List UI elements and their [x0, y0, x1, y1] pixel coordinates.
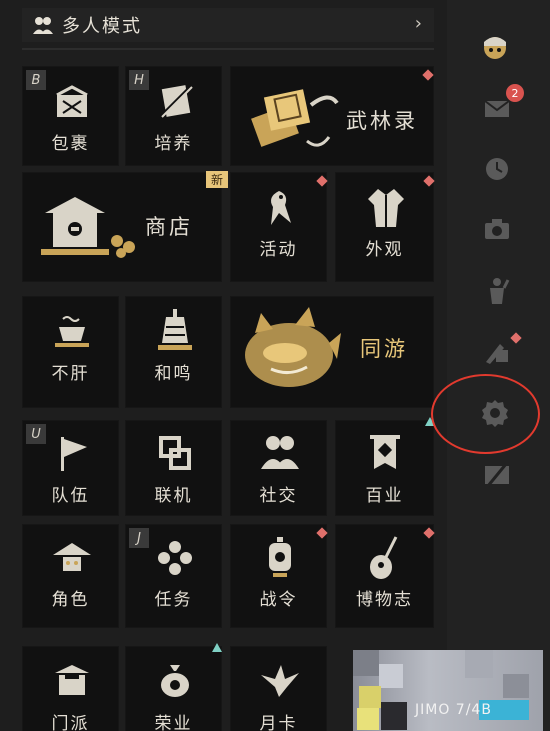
camera-icon[interactable] — [482, 214, 512, 244]
tile-label: 博物志 — [356, 590, 413, 610]
straw-hat-icon — [53, 543, 91, 571]
tile-label: 商店 — [145, 215, 193, 239]
teal-indicator — [212, 643, 222, 652]
pavilion-icon — [41, 197, 135, 258]
tile-label: 同游 — [360, 337, 408, 361]
tile-train[interactable]: H 培养 — [125, 66, 222, 166]
scroll-icon — [158, 83, 194, 119]
new-badge: 新 — [206, 171, 228, 188]
pipa-icon — [370, 536, 398, 579]
tile-event[interactable]: 活动 — [230, 172, 328, 282]
gate-icon — [55, 665, 89, 695]
tile-battlepass[interactable]: 战令 — [230, 524, 328, 628]
hotkey-badge: H — [129, 70, 149, 90]
people-group-icon — [261, 436, 299, 469]
hotkey-badge: U — [26, 424, 46, 444]
tile-label: 角色 — [51, 590, 90, 610]
notification-dot — [316, 527, 328, 539]
tile-heming[interactable]: 和鸣 — [125, 296, 222, 408]
tile-yueka[interactable]: 月卡 — [230, 646, 327, 731]
tile-label: 和鸣 — [154, 364, 193, 384]
tile-appearance[interactable]: 外观 — [335, 172, 435, 282]
hotkey-badge: J — [129, 528, 149, 548]
bell-icon — [158, 309, 192, 350]
tile-label: 外观 — [365, 240, 404, 260]
tile-label: 任务 — [154, 590, 193, 610]
banner-icon — [370, 435, 400, 469]
avatar-icon[interactable] — [480, 32, 510, 62]
tile-label: 门派 — [51, 714, 90, 731]
tile-online[interactable]: 联机 — [125, 420, 222, 516]
tile-quest[interactable]: J 任务 — [125, 524, 222, 628]
scrolls-icon — [251, 89, 339, 147]
tile-label: 荣业 — [154, 714, 193, 731]
highlight-circle — [431, 374, 540, 454]
dove-icon — [261, 665, 299, 697]
divider — [22, 48, 434, 50]
tile-label: 活动 — [259, 240, 298, 260]
tile-baiye[interactable]: 百业 — [335, 417, 435, 516]
tile-team[interactable]: U 队伍 — [22, 420, 119, 516]
tile-wulin-record[interactable]: 武林录 — [230, 66, 434, 166]
watermark: JIMO 7/4B — [353, 650, 543, 731]
tile-label: 百业 — [365, 486, 404, 506]
tile-label: 包裹 — [51, 134, 90, 154]
notification-dot — [422, 69, 434, 81]
tea-cup-icon — [55, 316, 89, 347]
tile-bugan[interactable]: 不肝 — [22, 296, 119, 408]
tile-rongye[interactable]: 荣业 — [125, 643, 222, 731]
chevron-right-icon: › — [414, 13, 422, 34]
notification-dot — [316, 175, 328, 187]
tile-social[interactable]: 社交 — [230, 420, 327, 516]
brush-icon[interactable] — [482, 336, 512, 366]
tile-label: 月卡 — [259, 714, 298, 731]
header-title: 多人模式 — [62, 16, 142, 37]
mail-count-badge: 2 — [506, 84, 524, 102]
tile-sect[interactable]: 门派 — [22, 646, 119, 731]
money-bag-icon — [161, 665, 189, 697]
tile-bag[interactable]: B 包裹 — [22, 66, 119, 166]
lantern-icon — [269, 537, 291, 577]
bird-icon — [271, 191, 291, 225]
tile-shop[interactable]: 新 商店 — [22, 171, 228, 282]
clock-icon[interactable] — [482, 154, 512, 184]
tile-tongyou[interactable]: 同游 — [230, 296, 434, 408]
flag-icon — [61, 437, 87, 471]
fish-mascot-icon — [245, 307, 341, 387]
character-pose-icon[interactable] — [482, 276, 512, 306]
watermark-text: JIMO 7/4B — [415, 702, 492, 718]
tile-label: 培养 — [154, 134, 193, 154]
tile-label: 联机 — [154, 486, 193, 506]
link-icon — [159, 436, 191, 470]
notification-dot — [423, 527, 435, 539]
tile-label: 武林录 — [346, 109, 418, 133]
hide-ui-icon[interactable] — [482, 460, 512, 490]
tile-label: 不肝 — [51, 364, 90, 384]
tile-label: 社交 — [259, 486, 298, 506]
notification-dot — [423, 175, 435, 187]
multiplayer-mode-header[interactable]: 多人模式 › — [22, 8, 434, 42]
robe-icon — [368, 189, 404, 227]
people-icon — [33, 17, 53, 34]
tile-label: 战令 — [259, 590, 298, 610]
tile-museum[interactable]: 博物志 — [335, 524, 435, 628]
bag-icon — [56, 85, 88, 117]
tile-label: 队伍 — [51, 486, 90, 506]
hotkey-badge: B — [26, 70, 46, 90]
tile-role[interactable]: 角色 — [22, 524, 119, 628]
flower-icon — [158, 541, 192, 575]
